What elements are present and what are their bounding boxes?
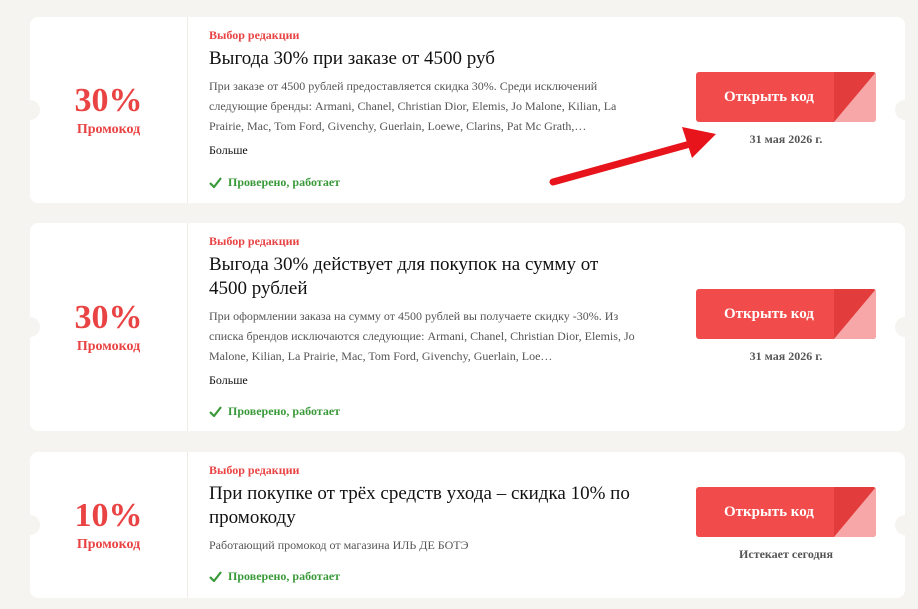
more-link[interactable]: Больше xyxy=(209,372,658,388)
coupon-title[interactable]: При покупке от трёх средств ухода – скид… xyxy=(209,482,639,530)
code-action: Открыть код 31 мая 2026 г. xyxy=(696,289,876,364)
discount-type-label: Промокод xyxy=(76,122,141,137)
checkmark-icon xyxy=(209,177,222,188)
verified-label: Проверено, работает xyxy=(228,569,341,583)
coupon-card: 30% Промокод Выбор редакции Выгода 30% п… xyxy=(30,17,905,203)
verified-label: Проверено, работает xyxy=(228,175,341,189)
code-action: Открыть код 31 мая 2026 г. xyxy=(696,72,876,147)
discount-type-label: Промокод xyxy=(76,339,141,354)
checkmark-icon xyxy=(209,406,222,417)
open-code-button[interactable]: Открыть код xyxy=(696,487,876,537)
editor-choice-label: Выбор редакции xyxy=(209,234,300,248)
ticket-notch xyxy=(895,515,905,535)
expiry-date: 31 мая 2026 г. xyxy=(749,132,823,146)
open-code-button[interactable]: Открыть код xyxy=(696,72,876,122)
verified-status: Проверено, работает xyxy=(209,569,340,584)
checkmark-icon xyxy=(209,571,222,582)
expiry-date: 31 мая 2026 г. xyxy=(749,349,823,363)
more-link[interactable]: Больше xyxy=(209,142,658,158)
coupon-description: Работающий промокод от магазина ИЛЬ ДЕ Б… xyxy=(209,538,469,552)
verified-status: Проверено, работает xyxy=(209,404,340,419)
open-code-button[interactable]: Открыть код xyxy=(696,289,876,339)
coupon-info: Выбор редакции Выгода 30% при заказе от … xyxy=(188,17,658,203)
discount-block: 30% Промокод xyxy=(30,223,188,431)
editor-choice-label: Выбор редакции xyxy=(209,463,300,477)
discount-type-label: Промокод xyxy=(76,537,141,552)
coupon-info: Выбор редакции Выгода 30% действует для … xyxy=(188,223,658,431)
coupon-description: При оформлении заказа на сумму от 4500 р… xyxy=(209,309,635,363)
discount-block: 10% Промокод xyxy=(30,452,188,598)
expiry-date: Истекает сегодня xyxy=(739,547,833,561)
coupon-info: Выбор редакции При покупке от трёх средс… xyxy=(188,452,658,598)
discount-percent: 10% xyxy=(74,497,143,534)
discount-block: 30% Промокод xyxy=(30,17,188,203)
coupon-title[interactable]: Выгода 30% действует для покупок на сумм… xyxy=(209,253,639,301)
ticket-notch xyxy=(895,317,905,337)
open-code-label: Открыть код xyxy=(724,88,814,105)
code-action: Открыть код Истекает сегодня xyxy=(696,487,876,562)
editor-choice-label: Выбор редакции xyxy=(209,28,300,42)
verified-status: Проверено, работает xyxy=(209,175,340,190)
verified-label: Проверено, работает xyxy=(228,404,341,418)
coupon-card: 10% Промокод Выбор редакции При покупке … xyxy=(30,452,905,598)
coupon-description: При заказе от 4500 рублей предоставляетс… xyxy=(209,79,617,133)
discount-percent: 30% xyxy=(74,299,143,336)
coupon-title[interactable]: Выгода 30% при заказе от 4500 руб xyxy=(209,47,658,71)
coupon-card: 30% Промокод Выбор редакции Выгода 30% д… xyxy=(30,223,905,431)
open-code-label: Открыть код xyxy=(724,305,814,322)
open-code-label: Открыть код xyxy=(724,503,814,520)
ticket-notch xyxy=(895,100,905,120)
discount-percent: 30% xyxy=(74,82,143,119)
